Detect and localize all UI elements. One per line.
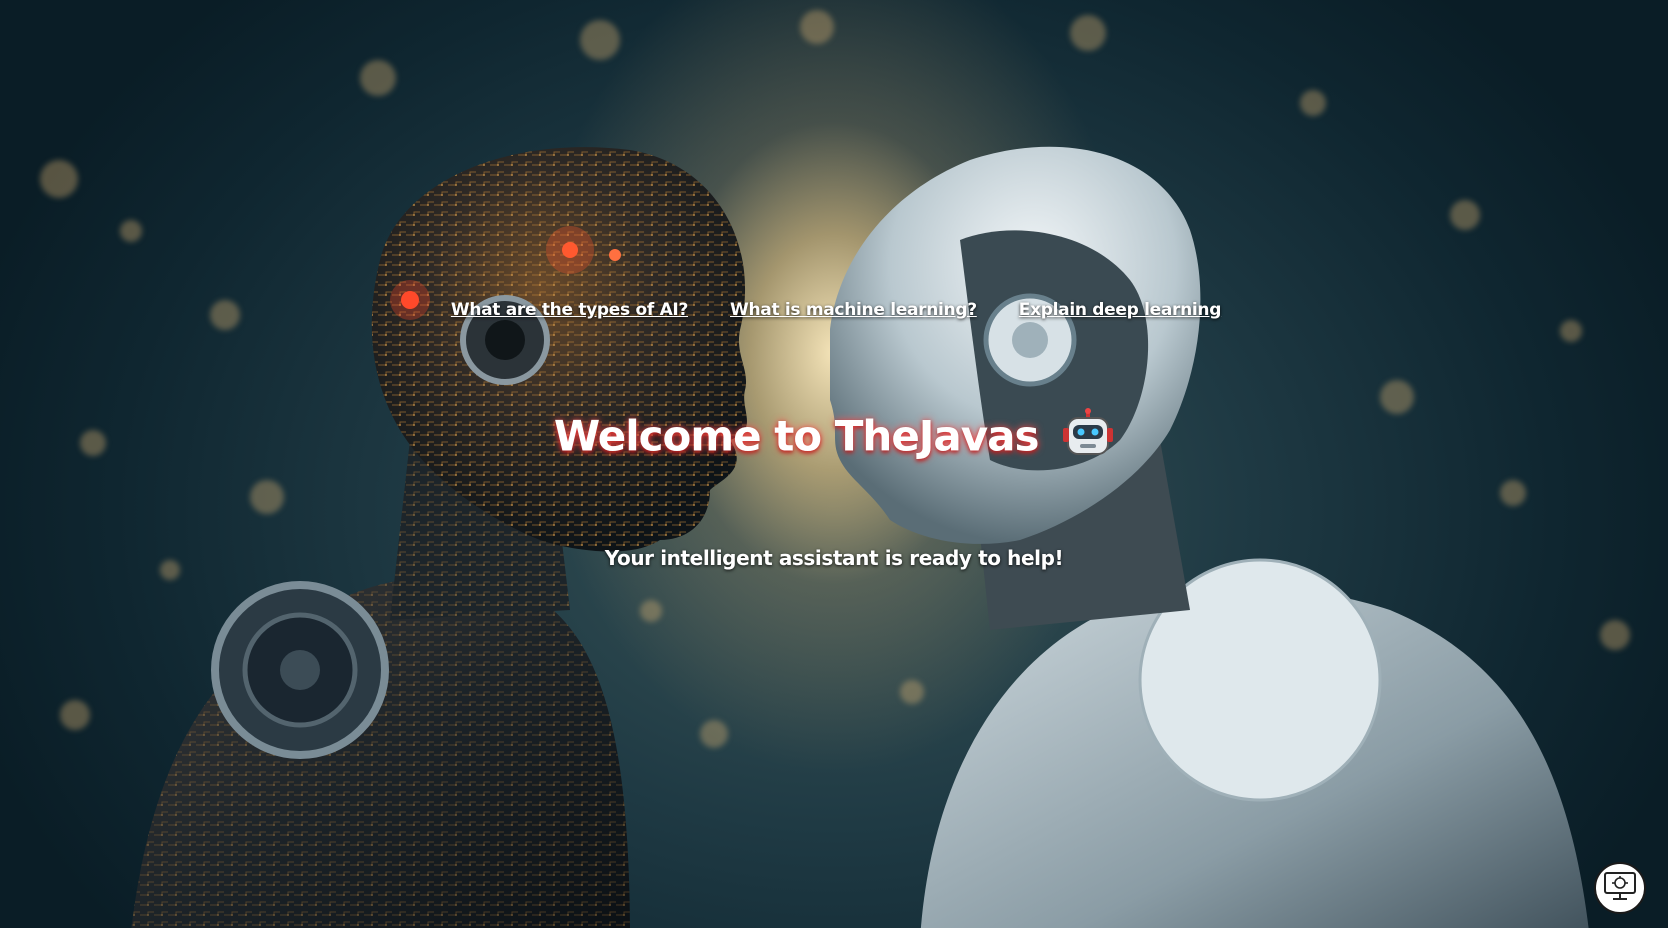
welcome-heading: Welcome to TheJavas: [0, 408, 1668, 470]
white-robot-illustration: [830, 146, 1589, 928]
welcome-title-text: Welcome to TheJavas: [553, 411, 1040, 461]
suggestion-machine-learning[interactable]: What is machine learning?: [730, 300, 977, 320]
suggestion-deep-learning[interactable]: Explain deep learning: [1019, 300, 1222, 320]
dark-robot-illustration: [131, 147, 747, 928]
suggestion-chips: What are the types of AI? What is machin…: [0, 300, 1668, 320]
robot-face-icon: [1062, 408, 1114, 470]
suggestion-types-of-ai[interactable]: What are the types of AI?: [451, 300, 688, 320]
chat-launcher-button[interactable]: [1594, 862, 1646, 914]
welcome-subtitle: Your intelligent assistant is ready to h…: [604, 546, 1064, 570]
computer-robot-icon: [1602, 868, 1638, 908]
